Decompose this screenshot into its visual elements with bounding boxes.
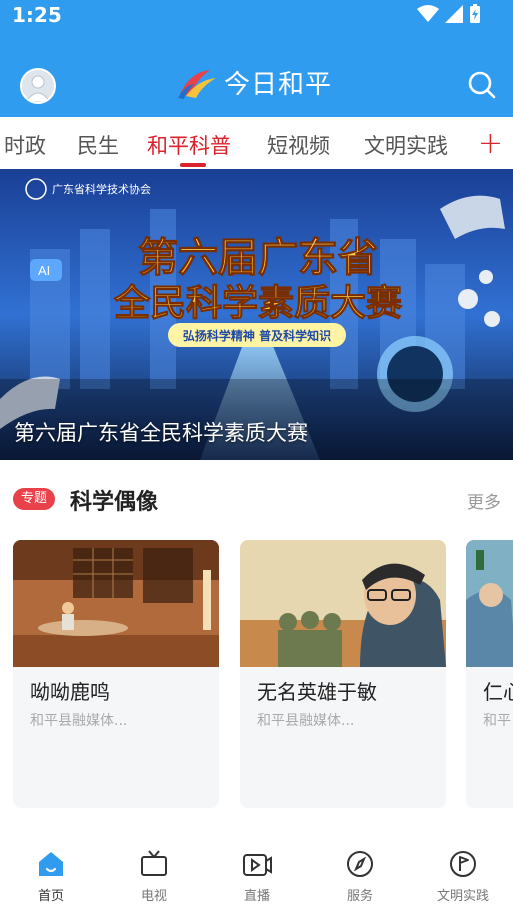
card-source: 和平县融媒体...: [30, 713, 128, 729]
tv-icon: [141, 850, 167, 876]
compass-icon: [347, 851, 373, 877]
banner-slogan: 弘扬科学精神 普及科学知识: [183, 328, 331, 343]
featured-section: 专题 科学偶像 更多 呦呦鹿鸣 和平县融媒体... 无名英雄于敏 和平县融媒体.…: [0, 460, 513, 835]
nav-service[interactable]: 服务: [320, 849, 400, 904]
banner-carousel[interactable]: AI 广东省科学技术协会 第六届广东省 全民科学素质大赛 弘扬科学精神 普及科学…: [0, 169, 513, 460]
app-screen: 1:25 今日和平 时政 民生 和平科普 短视频 文明实践 + AI 广东省科学…: [0, 0, 513, 912]
card-title: 仁心: [483, 680, 513, 704]
banner-org-text: 广东省科学技术协会: [52, 182, 151, 196]
card-title: 无名英雄于敏: [257, 680, 377, 704]
card-source: 和平: [483, 713, 511, 729]
article-card[interactable]: 仁心 和平: [466, 540, 513, 808]
tab-politics[interactable]: 时政: [4, 130, 46, 160]
card-thumbnail: [13, 540, 219, 667]
status-icons: [417, 4, 481, 24]
card-thumbnail-image: [240, 540, 446, 667]
user-avatar-icon: [22, 70, 54, 102]
article-card[interactable]: 呦呦鹿鸣 和平县融媒体...: [13, 540, 219, 808]
nav-label: 文明实践: [436, 889, 489, 904]
svg-text:AI: AI: [38, 263, 50, 278]
nav-label: 服务: [346, 889, 373, 904]
card-source: 和平县融媒体...: [257, 713, 355, 729]
banner-headline-2: 全民科学素质大赛: [113, 282, 403, 324]
brand-logo-icon: [178, 69, 216, 99]
banner-caption: 第六届广东省全民科学素质大赛: [14, 421, 308, 445]
active-tab-indicator: [180, 163, 206, 167]
app-title: 今日和平: [224, 70, 333, 100]
live-icon: [243, 854, 272, 876]
signal-icon: [445, 5, 463, 23]
nav-label: 电视: [140, 889, 167, 904]
tab-civilization[interactable]: 文明实践: [364, 130, 448, 160]
article-card[interactable]: 无名英雄于敏 和平县融媒体...: [240, 540, 446, 808]
add-channel-icon[interactable]: +: [478, 126, 503, 161]
flag-icon: [450, 851, 476, 877]
card-thumbnail: [240, 540, 446, 667]
banner-headline-1: 第六届广东省: [138, 235, 378, 281]
section-title: 科学偶像: [70, 490, 159, 515]
nav-tv[interactable]: 电视: [114, 849, 194, 904]
search-icon[interactable]: [467, 70, 497, 100]
nav-home[interactable]: 首页: [11, 849, 91, 904]
home-icon: [39, 852, 63, 876]
card-title: 呦呦鹿鸣: [30, 680, 110, 704]
topic-badge: 专题: [13, 488, 56, 510]
nav-civilization[interactable]: 文明实践: [423, 849, 503, 904]
card-thumbnail: [466, 540, 513, 667]
more-link[interactable]: 更多: [467, 488, 501, 513]
card-thumbnail-image: [466, 540, 513, 667]
nav-live[interactable]: 直播: [217, 849, 297, 904]
battery-icon: [470, 4, 480, 23]
wifi-icon: [417, 5, 439, 22]
bottom-navigation: 首页 电视 直播 服务 文明实践: [0, 835, 513, 912]
header-bar: 1:25 今日和平: [0, 0, 513, 117]
app-logo: 今日和平: [176, 64, 332, 101]
card-thumbnail-image: [13, 540, 219, 667]
tab-science[interactable]: 和平科普: [147, 130, 231, 160]
tab-short-video[interactable]: 短视频: [267, 130, 330, 160]
nav-label: 首页: [37, 889, 64, 904]
avatar[interactable]: [20, 68, 56, 104]
tab-livelihood[interactable]: 民生: [77, 130, 119, 160]
channel-tabs: 时政 民生 和平科普 短视频 文明实践 +: [0, 117, 513, 169]
nav-label: 直播: [243, 889, 270, 904]
status-time: 1:25: [12, 3, 62, 27]
